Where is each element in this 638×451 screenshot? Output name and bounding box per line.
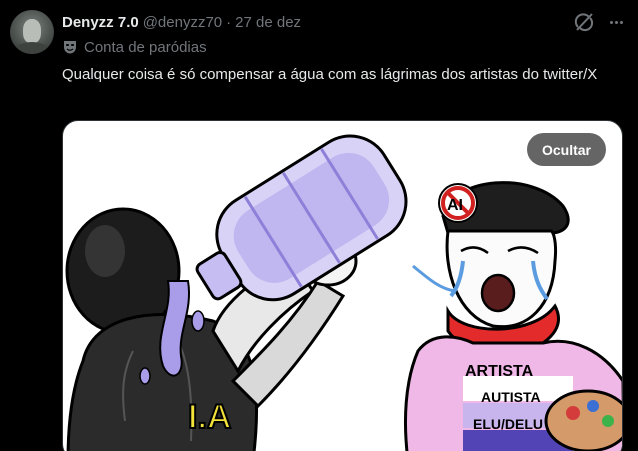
shirt-text-line2: AUTISTA: [481, 389, 541, 405]
more-dot: [619, 20, 623, 24]
beret-badge-text: AI: [447, 197, 463, 214]
robot-chest-text: I.A: [188, 398, 231, 436]
separator-dot: ·: [226, 13, 232, 31]
post-date[interactable]: 27 de dez: [235, 14, 301, 31]
grok-icon[interactable]: [574, 12, 594, 32]
user-handle[interactable]: @denyzz70: [143, 14, 222, 31]
palette-paint: [587, 400, 599, 412]
palette-paint: [602, 415, 614, 427]
post-header: Denyzz 7.0 @denyzz70 · 27 de dez: [62, 12, 301, 32]
robot-helmet-shine: [85, 225, 125, 277]
artist-mouth: [480, 273, 516, 313]
palette-paint: [566, 406, 580, 420]
shirt-text-line3: ELU/DELU: [473, 416, 543, 432]
meme-illustration: I.A AI ARTISTA AUTISTA ELU/DELU: [65, 134, 622, 451]
avatar[interactable]: [10, 10, 54, 54]
water-drop: [139, 367, 151, 385]
hide-media-button[interactable]: Ocultar: [526, 133, 606, 166]
parody-label: Conta de paródias: [84, 38, 207, 56]
avatar-shoulders: [14, 42, 50, 54]
more-icon[interactable]: [606, 12, 626, 32]
post-media[interactable]: I.A AI ARTISTA AUTISTA ELU/DELU Ocultar: [62, 120, 623, 451]
water-drop: [191, 310, 205, 332]
avatar-face: [23, 19, 41, 43]
post-text: Qualquer coisa é só compensar a água com…: [62, 66, 598, 83]
theater-mask-icon: [64, 41, 76, 54]
more-dot: [609, 20, 613, 24]
shirt-text-line1: ARTISTA: [465, 363, 534, 380]
display-name[interactable]: Denyzz 7.0: [62, 14, 139, 31]
more-dot: [614, 20, 618, 24]
parody-label-row: Conta de paródias: [62, 37, 207, 57]
